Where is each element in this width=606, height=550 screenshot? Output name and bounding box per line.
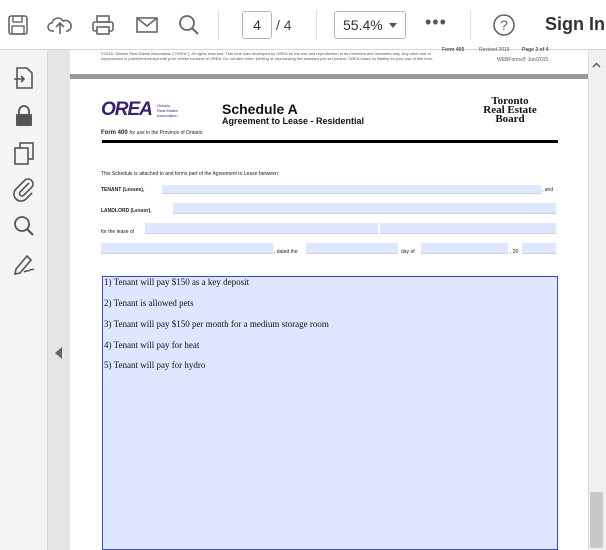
- collapse-panel-icon[interactable]: [55, 347, 62, 359]
- schedule-text-area[interactable]: [102, 276, 558, 550]
- schedule-title: Schedule A: [222, 101, 298, 117]
- more-options-icon[interactable]: •••: [425, 12, 447, 33]
- dated-year-field[interactable]: [522, 243, 556, 254]
- intro-text: This Schedule is attached to and forms p…: [101, 171, 280, 177]
- form-number: Form 400: [101, 130, 128, 136]
- header-webforms: WEBForms® Jun/2015: [497, 57, 549, 63]
- header-revised: Revised 2015: [479, 47, 510, 53]
- lock-icon[interactable]: [11, 103, 37, 129]
- schedule-line-1: 1) Tenant will pay $150 as a key deposit: [104, 277, 250, 287]
- help-icon[interactable]: ?: [490, 11, 518, 39]
- lease-of-label: for the lease of: [101, 229, 135, 235]
- vertical-scrollbar[interactable]: [588, 50, 606, 550]
- search-panel-icon[interactable]: [11, 213, 37, 239]
- lease-address-field-2[interactable]: [380, 223, 556, 234]
- tenant-label: TENANT (Lessee),: [101, 187, 145, 193]
- schedule-subtitle: Agreement to Lease - Residential: [222, 116, 365, 126]
- tenant-and: , and: [542, 187, 554, 193]
- trb-logo: Toronto Real Estate Board: [475, 96, 545, 125]
- dated-the-label: , dated the: [274, 249, 298, 255]
- landlord-field[interactable]: [173, 203, 556, 214]
- chevron-down-icon: [389, 23, 397, 28]
- sign-pen-icon[interactable]: [11, 250, 37, 276]
- search-icon[interactable]: [175, 11, 203, 39]
- page-separator: [70, 74, 588, 79]
- trb-logo-line-3: Board: [495, 113, 525, 125]
- svg-text:?: ?: [500, 17, 508, 33]
- toolbar-divider: [470, 10, 471, 40]
- attachment-icon[interactable]: [11, 176, 37, 202]
- toolbar-divider: [218, 10, 219, 40]
- lease-address-field[interactable]: [145, 223, 378, 234]
- orea-logo: OREA: [101, 99, 153, 120]
- schedule-line-4: 4) Tenant will pay for heat: [104, 340, 200, 350]
- toolbar-divider: [316, 10, 317, 40]
- header-rule: [102, 140, 558, 143]
- copyright-line-2: reproduction is prohibited except with p…: [101, 56, 434, 61]
- schedule-line-2: 2) Tenant is allowed pets: [104, 298, 194, 308]
- page-total: / 4: [276, 17, 292, 33]
- dated-month-field[interactable]: [421, 243, 508, 254]
- landlord-label: LANDLORD (Lessor),: [101, 208, 152, 214]
- schedule-line-5: 5) Tenant will pay for hydro: [104, 360, 206, 370]
- year-label: , 20: [510, 249, 519, 255]
- orea-logo-sub-3: Association: [157, 113, 178, 118]
- copy-pages-icon[interactable]: [11, 140, 37, 166]
- scrollbar-thumb[interactable]: [590, 492, 603, 548]
- cloud-upload-icon[interactable]: [46, 11, 74, 39]
- dated-day-field[interactable]: [306, 243, 398, 254]
- print-icon[interactable]: [89, 11, 117, 39]
- tenant-field[interactable]: [162, 185, 541, 194]
- top-toolbar: 4 / 4 55.4% ••• ? Sign In: [0, 0, 606, 50]
- scroll-up-icon[interactable]: [592, 57, 601, 68]
- save-icon[interactable]: [4, 11, 32, 39]
- form-usage: for use in the Province of Ontario: [129, 130, 203, 136]
- lease-address-field-3[interactable]: [101, 243, 273, 254]
- export-pdf-icon[interactable]: [11, 65, 37, 91]
- sign-in-button[interactable]: Sign In: [545, 14, 605, 35]
- day-of-label: day of: [401, 249, 415, 255]
- schedule-line-3: 3) Tenant will pay $150 per month for a …: [104, 319, 329, 329]
- header-form-number: Form 400: [442, 47, 465, 53]
- zoom-select[interactable]: 55.4%: [334, 11, 406, 39]
- left-tool-panel: [0, 50, 48, 550]
- header-page-of: Page 3 of 4: [522, 47, 549, 53]
- page-number-input[interactable]: 4: [242, 11, 272, 39]
- zoom-value: 55.4%: [343, 17, 383, 33]
- form-label: Form 400 for use in the Province of Onta…: [101, 130, 202, 136]
- email-icon[interactable]: [133, 11, 161, 39]
